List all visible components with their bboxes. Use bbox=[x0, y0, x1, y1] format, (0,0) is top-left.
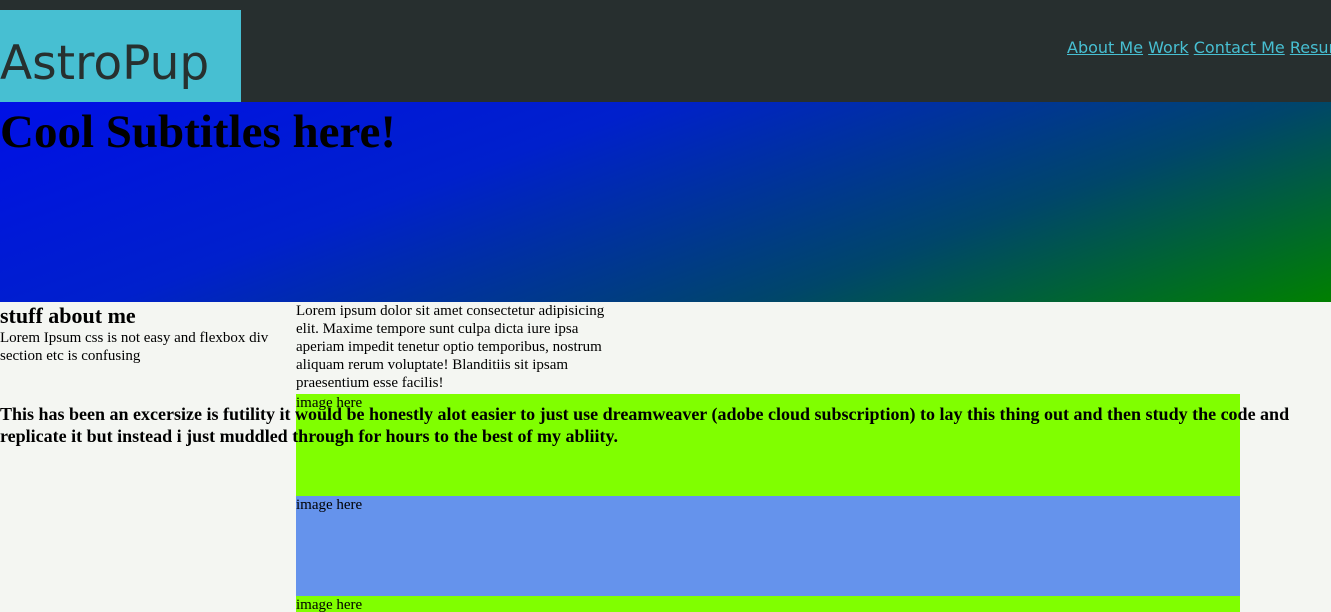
nav-link-about-me[interactable]: About Me bbox=[1067, 38, 1143, 57]
about-heading: stuff about me bbox=[0, 303, 136, 328]
image-placeholder-3: image here bbox=[296, 596, 1240, 612]
nav-link-contact-me[interactable]: Contact Me bbox=[1194, 38, 1285, 57]
site-header: AstroPup About Me Work Contact Me Resume bbox=[0, 0, 1331, 102]
nav-link-resume[interactable]: Resume bbox=[1290, 38, 1331, 57]
image-placeholder-label: image here bbox=[296, 597, 363, 612]
image-placeholder-label: image here bbox=[296, 497, 363, 513]
page: AstroPup About Me Work Contact Me Resume… bbox=[0, 0, 1331, 612]
futility-paragraph: This has been an excersize is futility i… bbox=[0, 404, 1290, 446]
hero-banner: Cool Subtitles here! bbox=[0, 102, 1331, 302]
main-nav: About Me Work Contact Me Resume bbox=[1067, 38, 1331, 58]
logo-text: AstroPup bbox=[0, 36, 210, 91]
about-text: Lorem Ipsum css is not easy and flexbox … bbox=[0, 330, 269, 364]
hero-title: Cool Subtitles here! bbox=[0, 106, 397, 158]
logo[interactable]: AstroPup bbox=[0, 10, 241, 102]
lorem-paragraph: Lorem ipsum dolor sit amet consectetur a… bbox=[296, 303, 605, 391]
image-placeholder-2: image here bbox=[296, 496, 1240, 596]
nav-link-work[interactable]: Work bbox=[1148, 38, 1189, 57]
